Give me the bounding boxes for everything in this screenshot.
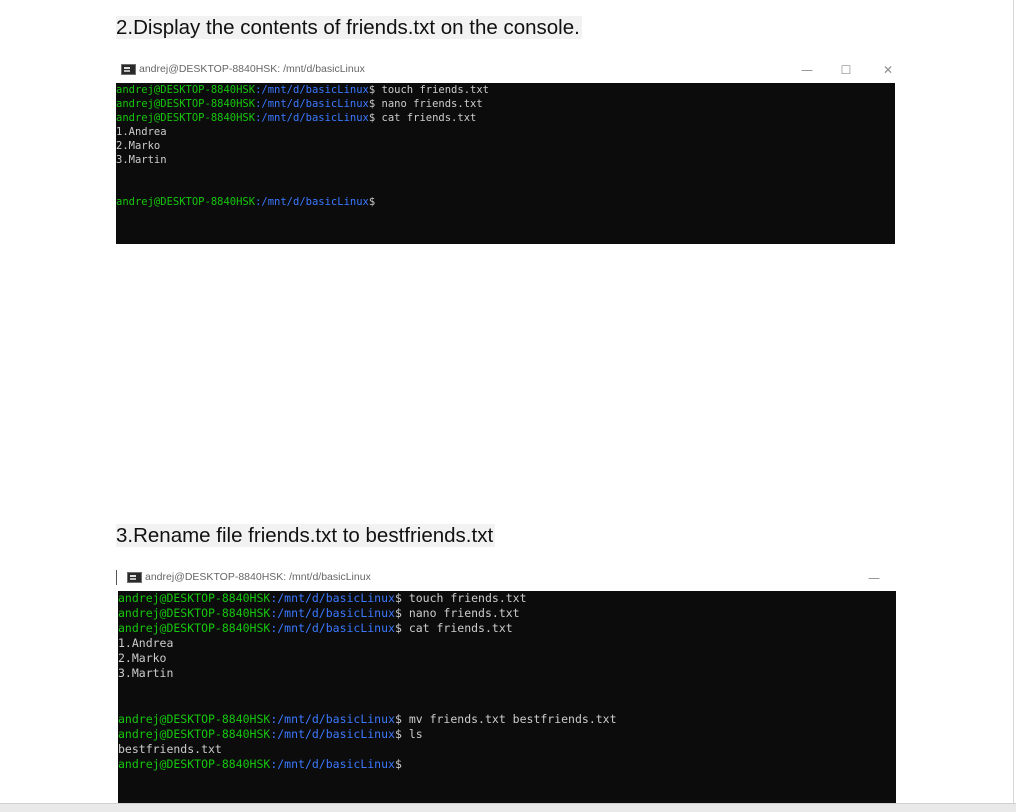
terminal-window-1-titlebar[interactable]: andrej@DESKTOP-8840HSK: /mnt/d/basicLinu…	[116, 60, 895, 80]
prompt-line: andrej@DESKTOP-8840HSK:/mnt/d/basicLinux…	[118, 757, 896, 772]
output-line: 3.Martin	[118, 666, 174, 681]
terminal-window-1-title: andrej@DESKTOP-8840HSK: /mnt/d/basicLinu…	[139, 63, 365, 75]
output-line: 2.Marko	[118, 651, 167, 666]
prompt-line: andrej@DESKTOP-8840HSK:/mnt/d/basicLinux…	[118, 621, 896, 636]
minimize-button[interactable]: —	[862, 568, 886, 588]
section-2-heading: 2.Display the contents of friends.txt on…	[116, 16, 582, 40]
terminal-window-2-titlebar[interactable]: andrej@DESKTOP-8840HSK: /mnt/d/basicLinu…	[118, 568, 896, 588]
output-line: 2.Marko	[116, 140, 161, 152]
command-text: nano friends.txt	[401, 606, 520, 621]
minimize-button[interactable]: —	[795, 60, 819, 80]
prompt-line: andrej@DESKTOP-8840HSK:/mnt/d/basicLinux…	[118, 606, 896, 621]
command-text: cat friends.txt	[401, 621, 513, 636]
prompt-path: :/mnt/d/basicLinux	[255, 98, 369, 110]
prompt-line: andrej@DESKTOP-8840HSK:/mnt/d/basicLinux…	[118, 727, 896, 742]
prompt-path: :/mnt/d/basicLinux	[270, 591, 395, 605]
output-line: bestfriends.txt	[118, 741, 222, 756]
terminal-icon	[121, 64, 136, 75]
command-text: touch friends.txt	[375, 84, 489, 96]
output-line: 1.Andrea	[116, 126, 167, 138]
prompt-path: :/mnt/d/basicLinux	[270, 711, 395, 726]
prompt-symbol: $	[394, 757, 402, 772]
prompt-line: andrej@DESKTOP-8840HSK:/mnt/d/basicLinux…	[116, 111, 895, 125]
terminal-icon	[127, 572, 142, 583]
maximize-button[interactable]: ☐	[834, 60, 858, 80]
prompt-symbol: $	[394, 591, 402, 605]
prompt-user-host: andrej@DESKTOP-8840HSK	[116, 196, 256, 208]
prompt-path: :/mnt/d/basicLinux	[270, 606, 395, 621]
prompt-path: :/mnt/d/basicLinux	[270, 621, 395, 636]
section-3-heading-text: 3.Rename file friends.txt to bestfriends…	[116, 524, 496, 547]
prompt-path: :/mnt/d/basicLinux	[270, 757, 395, 772]
prompt-line: andrej@DESKTOP-8840HSK:/mnt/d/basicLinux…	[118, 712, 896, 727]
prompt-symbol: $	[394, 621, 402, 636]
prompt-line: andrej@DESKTOP-8840HSK:/mnt/d/basicLinux…	[116, 195, 895, 209]
prompt-user-host: andrej@DESKTOP-8840HSK	[118, 591, 271, 605]
prompt-user-host: andrej@DESKTOP-8840HSK	[116, 112, 256, 124]
prompt-path: :/mnt/d/basicLinux	[255, 196, 369, 208]
prompt-symbol: $	[368, 196, 376, 208]
prompt-user-host: andrej@DESKTOP-8840HSK	[118, 757, 271, 772]
prompt-user-host: andrej@DESKTOP-8840HSK	[118, 726, 271, 741]
prompt-line: andrej@DESKTOP-8840HSK:/mnt/d/basicLinux…	[118, 591, 896, 606]
terminal-window-1-console[interactable]: andrej@DESKTOP-8840HSK:/mnt/d/basicLinux…	[116, 83, 895, 244]
section-2-heading-text: 2.Display the contents of friends.txt on…	[116, 16, 582, 39]
section-3-heading: 3.Rename file friends.txt to bestfriends…	[116, 524, 496, 548]
terminal-window-2-console[interactable]: andrej@DESKTOP-8840HSK:/mnt/d/basicLinux…	[118, 591, 896, 803]
prompt-path: :/mnt/d/basicLinux	[255, 84, 369, 96]
prompt-path: :/mnt/d/basicLinux	[255, 112, 369, 124]
terminal-window-2-title: andrej@DESKTOP-8840HSK: /mnt/d/basicLinu…	[145, 571, 371, 583]
prompt-user-host: andrej@DESKTOP-8840HSK	[118, 621, 271, 636]
prompt-user-host: andrej@DESKTOP-8840HSK	[118, 606, 271, 621]
command-text: ls	[401, 726, 423, 741]
command-text: touch friends.txt	[401, 591, 527, 605]
command-text: cat friends.txt	[375, 112, 477, 124]
command-text: nano friends.txt	[375, 98, 483, 110]
prompt-symbol: $	[394, 711, 402, 726]
command-text: mv friends.txt bestfriends.txt	[401, 711, 617, 726]
output-line: 1.Andrea	[118, 636, 174, 651]
prompt-user-host: andrej@DESKTOP-8840HSK	[116, 84, 256, 96]
prompt-symbol: $	[394, 726, 402, 741]
prompt-user-host: andrej@DESKTOP-8840HSK	[116, 98, 256, 110]
text-cursor	[116, 570, 117, 585]
prompt-line: andrej@DESKTOP-8840HSK:/mnt/d/basicLinux…	[116, 97, 895, 111]
close-button[interactable]: ✕	[876, 60, 900, 80]
prompt-user-host: andrej@DESKTOP-8840HSK	[118, 711, 271, 726]
prompt-path: :/mnt/d/basicLinux	[270, 726, 395, 741]
prompt-symbol: $	[394, 606, 402, 621]
prompt-line: andrej@DESKTOP-8840HSK:/mnt/d/basicLinux…	[116, 83, 895, 97]
page-edge	[1013, 0, 1014, 811]
output-line: 3.Martin	[116, 154, 167, 166]
